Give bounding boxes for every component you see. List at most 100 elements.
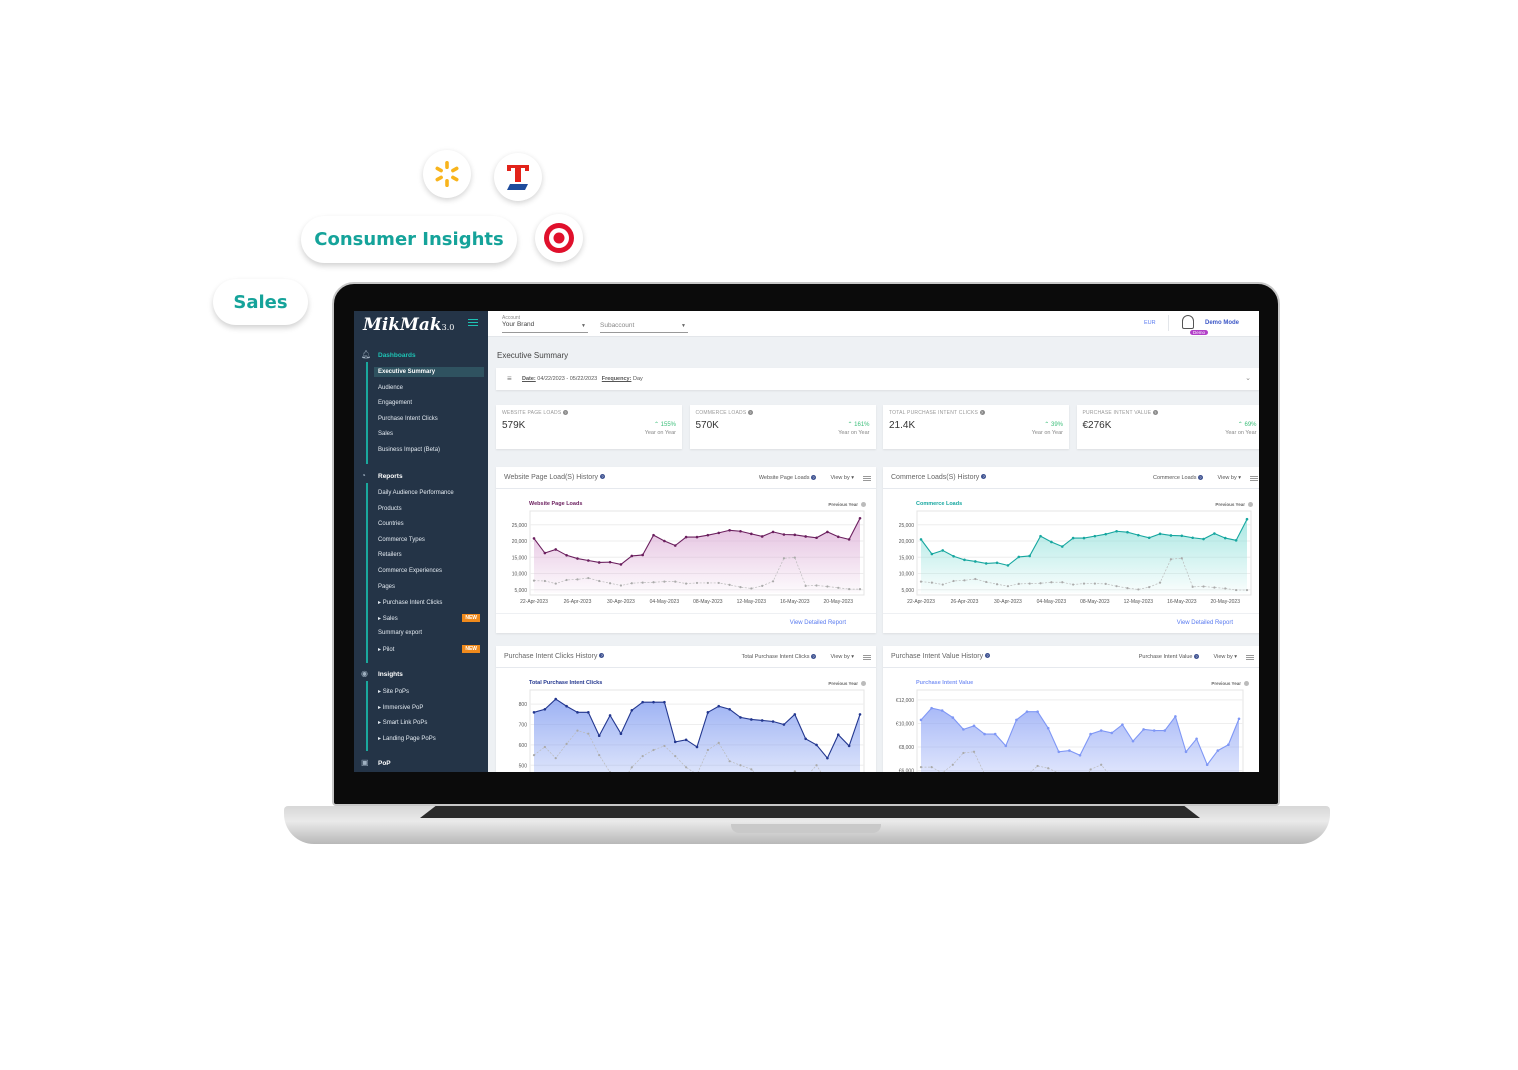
series-point[interactable]	[532, 537, 536, 540]
series-point[interactable]	[1216, 749, 1220, 752]
series-point[interactable]	[847, 744, 851, 748]
user-avatar[interactable]	[1182, 315, 1194, 329]
frequency-filter-label[interactable]: Frequency:	[602, 376, 632, 382]
series-point[interactable]	[1060, 545, 1064, 548]
series-point[interactable]	[1202, 537, 1205, 541]
series-point[interactable]	[641, 700, 644, 704]
previous-year-point[interactable]	[962, 751, 965, 755]
previous-year-point[interactable]	[1224, 587, 1227, 590]
previous-year-point[interactable]	[565, 742, 568, 745]
series-point[interactable]	[1227, 743, 1230, 746]
previous-year-point[interactable]	[952, 579, 955, 583]
series-point[interactable]	[641, 553, 644, 557]
previous-year-point[interactable]	[782, 557, 786, 560]
series-point[interactable]	[847, 538, 851, 541]
series-point[interactable]	[1205, 763, 1209, 767]
series-point[interactable]	[576, 557, 579, 560]
sidebar-item-retailers[interactable]: Retailers	[374, 550, 484, 560]
series-point[interactable]	[1223, 536, 1227, 540]
series-point[interactable]	[673, 544, 677, 547]
series-point[interactable]	[919, 718, 923, 722]
series-point[interactable]	[1147, 536, 1151, 540]
series-point[interactable]	[652, 533, 655, 537]
series-point[interactable]	[836, 535, 840, 539]
previous-year-point[interactable]	[706, 581, 709, 585]
series-point[interactable]	[782, 533, 786, 536]
metric-select[interactable]: Purchase Intent Value ?	[1139, 654, 1199, 660]
series-point[interactable]	[1004, 744, 1008, 748]
previous-year-point[interactable]	[848, 588, 851, 591]
help-icon[interactable]: ?	[1198, 475, 1203, 480]
series-point[interactable]	[1142, 728, 1145, 731]
previous-year-point[interactable]	[1089, 768, 1092, 771]
series-point[interactable]	[695, 745, 699, 749]
series-point[interactable]	[941, 549, 945, 552]
sidebar-item-summary-export[interactable]: Summary export	[374, 628, 484, 638]
previous-year-point[interactable]	[641, 581, 644, 584]
series-point[interactable]	[695, 535, 699, 539]
series-point[interactable]	[983, 732, 986, 736]
previous-year-point[interactable]	[739, 586, 742, 589]
previous-year-point[interactable]	[1213, 586, 1216, 589]
sidebar-item-executive-summary[interactable]: Executive Summary	[374, 367, 484, 377]
sidebar-item-site-pops[interactable]: ▸ Site PoPs	[374, 686, 484, 697]
previous-year-point[interactable]	[543, 579, 546, 583]
sidebar-item-audience[interactable]: Audience	[374, 383, 484, 393]
series-point[interactable]	[1234, 539, 1238, 542]
series-point[interactable]	[804, 737, 807, 741]
series-point[interactable]	[836, 733, 840, 737]
previous-year-point[interactable]	[1072, 583, 1075, 586]
series-point[interactable]	[1071, 536, 1075, 540]
sidebar-section-reports[interactable]: Reports	[378, 473, 403, 480]
previous-year-point[interactable]	[685, 766, 688, 769]
series-point[interactable]	[554, 548, 558, 551]
subaccount-select[interactable]: Subaccount ▼	[600, 315, 688, 333]
previous-year-point[interactable]	[1148, 586, 1151, 589]
series-point[interactable]	[930, 706, 933, 710]
sidebar-item-business-impact-beta[interactable]: Business Impact (Beta)	[374, 445, 484, 455]
series-point[interactable]	[1017, 555, 1021, 559]
help-icon[interactable]: ?	[747, 410, 753, 415]
previous-year-point[interactable]	[554, 757, 557, 760]
metric-select[interactable]: Total Purchase Intent Clicks ?	[742, 654, 816, 660]
previous-year-point[interactable]	[1158, 581, 1162, 584]
series-point[interactable]	[815, 536, 818, 540]
series-point[interactable]	[1099, 729, 1103, 732]
series-point[interactable]	[706, 711, 710, 714]
series-point[interactable]	[565, 554, 568, 557]
previous-year-point[interactable]	[641, 755, 644, 758]
user-name[interactable]: Demo Mode	[1205, 320, 1239, 326]
sidebar-section-insights[interactable]: Insights	[378, 671, 403, 678]
series-point[interactable]	[608, 560, 612, 564]
help-icon[interactable]: ?	[811, 475, 816, 480]
previous-year-point[interactable]	[1202, 585, 1205, 588]
series-point[interactable]	[1057, 750, 1061, 754]
series-point[interactable]	[1093, 534, 1097, 538]
previous-year-point[interactable]	[663, 744, 666, 748]
sidebar-item-countries[interactable]: Countries	[374, 519, 484, 529]
previous-year-point[interactable]	[652, 581, 655, 584]
series-point[interactable]	[1184, 750, 1188, 754]
series-point[interactable]	[1006, 564, 1010, 567]
help-icon[interactable]: ?	[1152, 410, 1158, 415]
sidebar-section-dashboards[interactable]: Dashboards	[378, 352, 416, 359]
series-point[interactable]	[919, 538, 923, 541]
series-point[interactable]	[1050, 540, 1053, 544]
sidebar-item-pages[interactable]: Pages	[374, 582, 484, 592]
series-point[interactable]	[1158, 532, 1162, 536]
sidebar-item-engagement[interactable]: Engagement	[374, 398, 484, 408]
previous-year-point[interactable]	[815, 584, 818, 587]
metric-select[interactable]: Commerce Loads ?	[1153, 475, 1203, 481]
series-point[interactable]	[1152, 729, 1156, 732]
previous-year-point[interactable]	[985, 580, 988, 584]
series-point[interactable]	[782, 723, 786, 726]
previous-year-point[interactable]	[608, 582, 612, 585]
previous-year-point[interactable]	[1126, 587, 1129, 590]
series-point[interactable]	[952, 554, 955, 558]
account-select[interactable]: Account Your Brand ▼	[502, 315, 588, 333]
previous-year-point[interactable]	[739, 764, 742, 767]
previous-year-point[interactable]	[919, 765, 923, 769]
series-point[interactable]	[858, 516, 862, 520]
series-point[interactable]	[630, 708, 634, 712]
series-point[interactable]	[826, 530, 829, 534]
